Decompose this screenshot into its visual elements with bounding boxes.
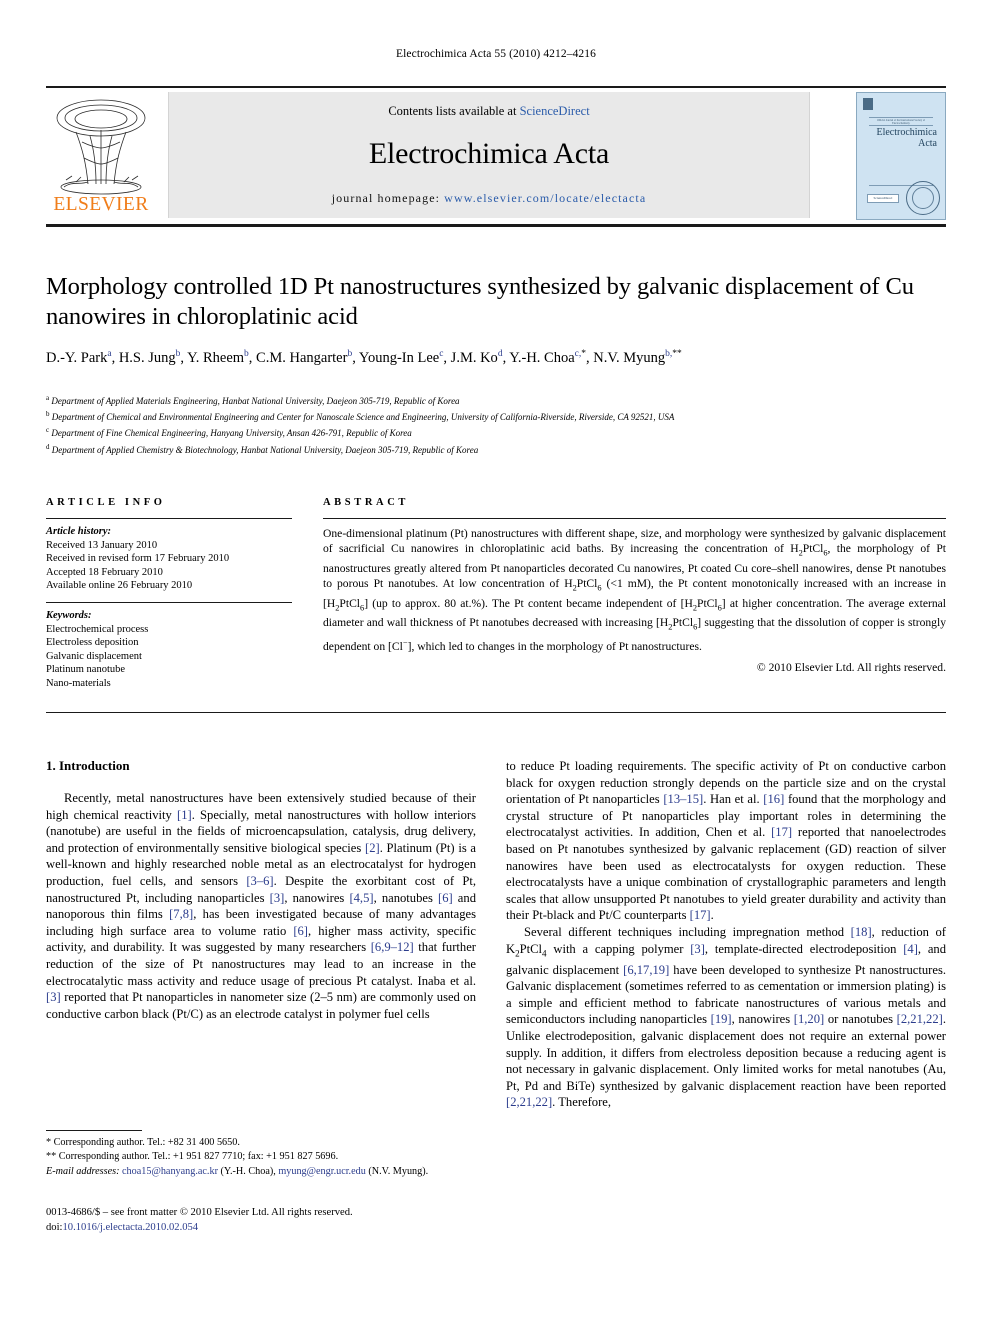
citation-ref[interactable]: [6] <box>293 924 308 938</box>
email-link[interactable]: choa15@hanyang.ac.kr <box>122 1166 218 1177</box>
citation-ref[interactable]: [4,5] <box>349 891 373 905</box>
citation-ref[interactable]: [6,9–12] <box>371 940 414 954</box>
abstract-text: One-dimensional platinum (Pt) nanostruct… <box>323 527 947 653</box>
journal-cover-thumbnail: Official Journal of the International So… <box>856 92 946 220</box>
issn-frontmatter-line: 0013-4686/$ – see front matter © 2010 El… <box>46 1207 353 1218</box>
keyword-item: Electrochemical process <box>46 623 149 635</box>
affiliation-item: d Department of Applied Chemistry & Biot… <box>46 442 479 455</box>
homepage-url-link[interactable]: www.elsevier.com/locate/electacta <box>444 191 646 205</box>
section-heading-introduction: 1. Introduction <box>46 758 130 773</box>
paper-page: Electrochimica Acta 55 (2010) 4212–4216 <box>0 0 992 1323</box>
page-title: Morphology controlled 1D Pt nanostructur… <box>46 273 914 330</box>
citation-ref[interactable]: [1] <box>177 808 192 822</box>
author-item: C.M. Hangarterb, <box>256 349 359 366</box>
doi-label: doi: <box>46 1222 63 1233</box>
sciencedirect-link[interactable]: ScienceDirect <box>520 104 590 118</box>
citation-ref[interactable]: [3–6] <box>246 874 273 888</box>
paragraph: to reduce Pt loading requirements. The s… <box>506 759 946 923</box>
keywords-block: Keywords: Electrochemical process Electr… <box>46 603 292 691</box>
elsevier-wordmark: ELSEVIER <box>53 194 149 215</box>
email-addresses-label: E-mail addresses: <box>46 1165 120 1177</box>
keyword-item: Electroless deposition <box>46 637 139 649</box>
footnote-divider <box>46 1130 142 1131</box>
keyword-item: Nano-materials <box>46 677 111 689</box>
article-info-heading: ARTICLE INFO <box>46 497 166 508</box>
article-history-label: Article history: <box>46 526 112 537</box>
history-item: Available online 26 February 2010 <box>46 580 193 592</box>
citation-ref[interactable]: [19] <box>711 1012 732 1026</box>
cover-sciencedirect-badge: ScienceDirect <box>867 194 899 203</box>
footnote-block: * Corresponding author. Tel.: +82 31 400… <box>46 1136 476 1179</box>
author-item: Y.-H. Choac,*, <box>509 349 594 366</box>
body-column-right: to reduce Pt loading requirements. The s… <box>506 758 946 1111</box>
author-item: H.S. Jungb, <box>118 349 188 366</box>
doi-line: doi:10.1016/j.electacta.2010.02.054 <box>46 1220 486 1235</box>
citation-ref[interactable]: [13–15] <box>663 792 703 806</box>
ise-society-seal-icon <box>906 181 940 215</box>
elsevier-tree-icon <box>56 99 146 195</box>
abstract-heading: ABSTRACT <box>323 497 409 508</box>
footnote-item: * Corresponding author. Tel.: +82 31 400… <box>46 1137 240 1148</box>
author-item: Young-In Leec, <box>358 349 451 366</box>
abstract-divider-bottom <box>46 712 946 713</box>
doi-link[interactable]: 10.1016/j.electacta.2010.02.054 <box>62 1222 198 1233</box>
cover-logo-mark <box>863 98 873 110</box>
citation-ref[interactable]: [3] <box>690 942 705 956</box>
citation-ref[interactable]: [17] <box>690 908 711 922</box>
affiliation-item: a Department of Applied Materials Engine… <box>46 394 460 406</box>
citation-ref[interactable]: [6,17,19] <box>623 963 669 977</box>
homepage-label: journal homepage: <box>331 191 441 205</box>
masthead-divider <box>46 224 946 227</box>
abstract-column: One-dimensional platinum (Pt) nanostruct… <box>323 518 946 674</box>
citation-ref[interactable]: [18] <box>851 925 872 939</box>
footnote-email-item: E-mail addresses: choa15@hanyang.ac.kr (… <box>46 1165 476 1179</box>
abstract-copyright: © 2010 Elsevier Ltd. All rights reserved… <box>756 661 946 675</box>
email-owner: (Y.-H. Choa), <box>220 1165 276 1177</box>
author-list: D.-Y. Parka, H.S. Jungb, Y. Rheemb, C.M.… <box>46 344 946 368</box>
contents-available-line: Contents lists available at ScienceDirec… <box>169 104 809 119</box>
email-link[interactable]: myung@engr.ucr.edu <box>278 1166 365 1177</box>
citation-ref[interactable]: [3] <box>46 990 61 1004</box>
citation-ref[interactable]: [6] <box>438 891 453 905</box>
author-item: N.V. Myungb,** <box>593 349 682 366</box>
body-column-left: 1. Introduction Recently, metal nanostru… <box>46 758 476 1022</box>
paragraph: Recently, metal nanostructures have been… <box>46 791 477 1021</box>
imprint-block: 0013-4686/$ – see front matter © 2010 El… <box>46 1205 486 1235</box>
journal-banner: Contents lists available at ScienceDirec… <box>168 92 810 218</box>
cover-journal-title: Electrochimica Acta <box>876 127 937 149</box>
affiliation-item: b Department of Chemical and Environment… <box>46 410 675 423</box>
citation-ref[interactable]: [2] <box>365 841 380 855</box>
citation-ref[interactable]: [1,20] <box>794 1012 824 1026</box>
history-item: Received 13 January 2010 <box>46 539 158 551</box>
citation-ref[interactable]: [2,21,22] <box>897 1012 943 1026</box>
affiliation-item: c Department of Fine Chemical Engineerin… <box>46 426 412 439</box>
citation-ref[interactable]: [7,8] <box>169 907 193 921</box>
journal-masthead: ELSEVIER Contents lists available at Sci… <box>46 86 946 220</box>
elsevier-logo: ELSEVIER <box>46 92 156 218</box>
article-history-block: Article history: Received 13 January 201… <box>46 519 292 593</box>
email-owner: (N.V. Myung). <box>368 1165 429 1177</box>
author-item: D.-Y. Parka, <box>46 349 119 366</box>
keywords-label: Keywords: <box>46 609 92 621</box>
history-item: Accepted 18 February 2010 <box>46 566 163 578</box>
author-item: J.M. Kod, <box>450 349 510 366</box>
author-item: Y. Rheemb, <box>187 349 257 366</box>
footnote-item: ** Corresponding author. Tel.: +1 951 82… <box>46 1151 339 1163</box>
running-head: Electrochimica Acta 55 (2010) 4212–4216 <box>396 48 596 60</box>
citation-ref[interactable]: [3] <box>270 891 285 905</box>
journal-homepage-line: journal homepage: www.elsevier.com/locat… <box>169 191 809 206</box>
citation-ref[interactable]: [2,21,22] <box>506 1095 552 1109</box>
history-item: Received in revised form 17 February 201… <box>46 553 230 565</box>
affiliation-list: a Department of Applied Materials Engine… <box>46 392 946 457</box>
journal-title: Electrochimica Acta <box>368 137 610 170</box>
contents-prefix: Contents lists available at <box>388 104 520 118</box>
article-info-column: Article history: Received 13 January 201… <box>46 518 292 691</box>
keyword-item: Galvanic displacement <box>46 650 142 662</box>
keyword-item: Platinum nanotube <box>46 664 126 676</box>
citation-ref[interactable]: [4] <box>903 942 918 956</box>
paragraph: Several different techniques including i… <box>506 924 947 1110</box>
citation-ref[interactable]: [16] <box>763 792 784 806</box>
citation-ref[interactable]: [17] <box>771 825 792 839</box>
